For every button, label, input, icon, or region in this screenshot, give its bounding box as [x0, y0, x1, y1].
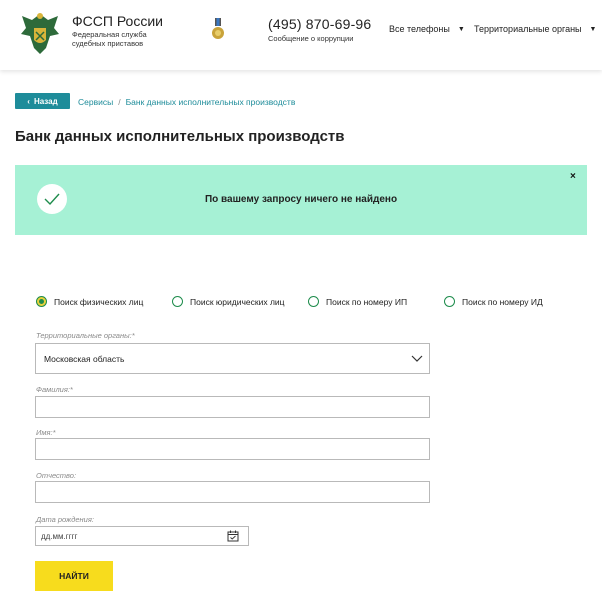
close-icon[interactable]: ×: [570, 171, 576, 182]
radio-legal-entities[interactable]: Поиск юридических лиц: [172, 296, 285, 307]
chevron-left-icon: ‹: [27, 96, 30, 106]
patronymic-label: Отчество:: [36, 471, 77, 480]
nav-all-phones-label: Все телефоны: [389, 24, 450, 34]
breadcrumb-item-services[interactable]: Сервисы: [78, 97, 113, 107]
corruption-phone[interactable]: (495) 870-69-96: [268, 16, 371, 32]
radio-individuals[interactable]: Поиск физических лиц: [36, 296, 143, 307]
region-select[interactable]: Московская область: [35, 343, 430, 374]
firstname-label: Имя:*: [36, 428, 56, 437]
medal-icon: [212, 18, 224, 39]
radio-id-number-label: Поиск по номеру ИД: [462, 296, 543, 307]
nav-territorial-bodies-label: Территориальные органы: [474, 24, 582, 34]
breadcrumb: Сервисы / Банк данных исполнительных про…: [78, 97, 295, 107]
radio-dot[interactable]: [36, 296, 47, 307]
radio-dot[interactable]: [172, 296, 183, 307]
page-title: Банк данных исполнительных производств: [15, 128, 345, 145]
birthdate-input[interactable]: дд.мм.гггг: [35, 526, 249, 546]
birthdate-label: Дата рождения:: [36, 515, 94, 524]
radio-ip-number-label: Поиск по номеру ИП: [326, 296, 408, 307]
nav-territorial-bodies[interactable]: Территориальные органы ▼: [474, 24, 596, 34]
caret-down-icon: ▼: [457, 25, 465, 33]
radio-individuals-label: Поиск физических лиц: [54, 296, 144, 307]
radio-dot[interactable]: [444, 296, 455, 307]
caret-down-icon: ▼: [589, 25, 597, 33]
brand-subtitle: Федеральная служба судебных приставов: [72, 30, 147, 48]
back-button-label: Назад: [33, 96, 58, 106]
breadcrumb-separator: /: [118, 97, 121, 107]
fssp-emblem-icon[interactable]: [18, 10, 62, 56]
firstname-input[interactable]: [35, 438, 430, 460]
radio-id-number[interactable]: Поиск по номеру ИД: [444, 296, 543, 307]
corruption-phone-caption: Сообщение о коррупции: [268, 34, 354, 43]
region-label: Территориальные органы:*: [36, 331, 135, 340]
radio-legal-entities-label: Поиск юридических лиц: [190, 296, 285, 307]
site-header: ФССП России Федеральная служба судебных …: [0, 0, 602, 70]
lastname-label: Фамилия:*: [36, 385, 73, 394]
back-button[interactable]: ‹ Назад: [15, 93, 70, 109]
birthdate-placeholder: дд.мм.гггг: [41, 532, 78, 541]
brand-title[interactable]: ФССП России: [72, 13, 163, 29]
breadcrumb-item-current[interactable]: Банк данных исполнительных производств: [126, 97, 296, 107]
region-select-value: Московская область: [44, 354, 125, 364]
alert-message: По вашему запросу ничего не найдено: [204, 194, 398, 205]
no-results-alert: По вашему запросу ничего не найдено ×: [15, 165, 587, 235]
radio-ip-number[interactable]: Поиск по номеру ИП: [308, 296, 407, 307]
search-submit-button[interactable]: НАЙТИ: [35, 561, 113, 591]
chevron-down-icon: [411, 355, 423, 362]
nav-all-phones[interactable]: Все телефоны ▼: [389, 24, 465, 34]
patronymic-input[interactable]: [35, 481, 430, 503]
radio-dot[interactable]: [308, 296, 319, 307]
calendar-icon[interactable]: [227, 530, 239, 542]
lastname-input[interactable]: [35, 396, 430, 418]
